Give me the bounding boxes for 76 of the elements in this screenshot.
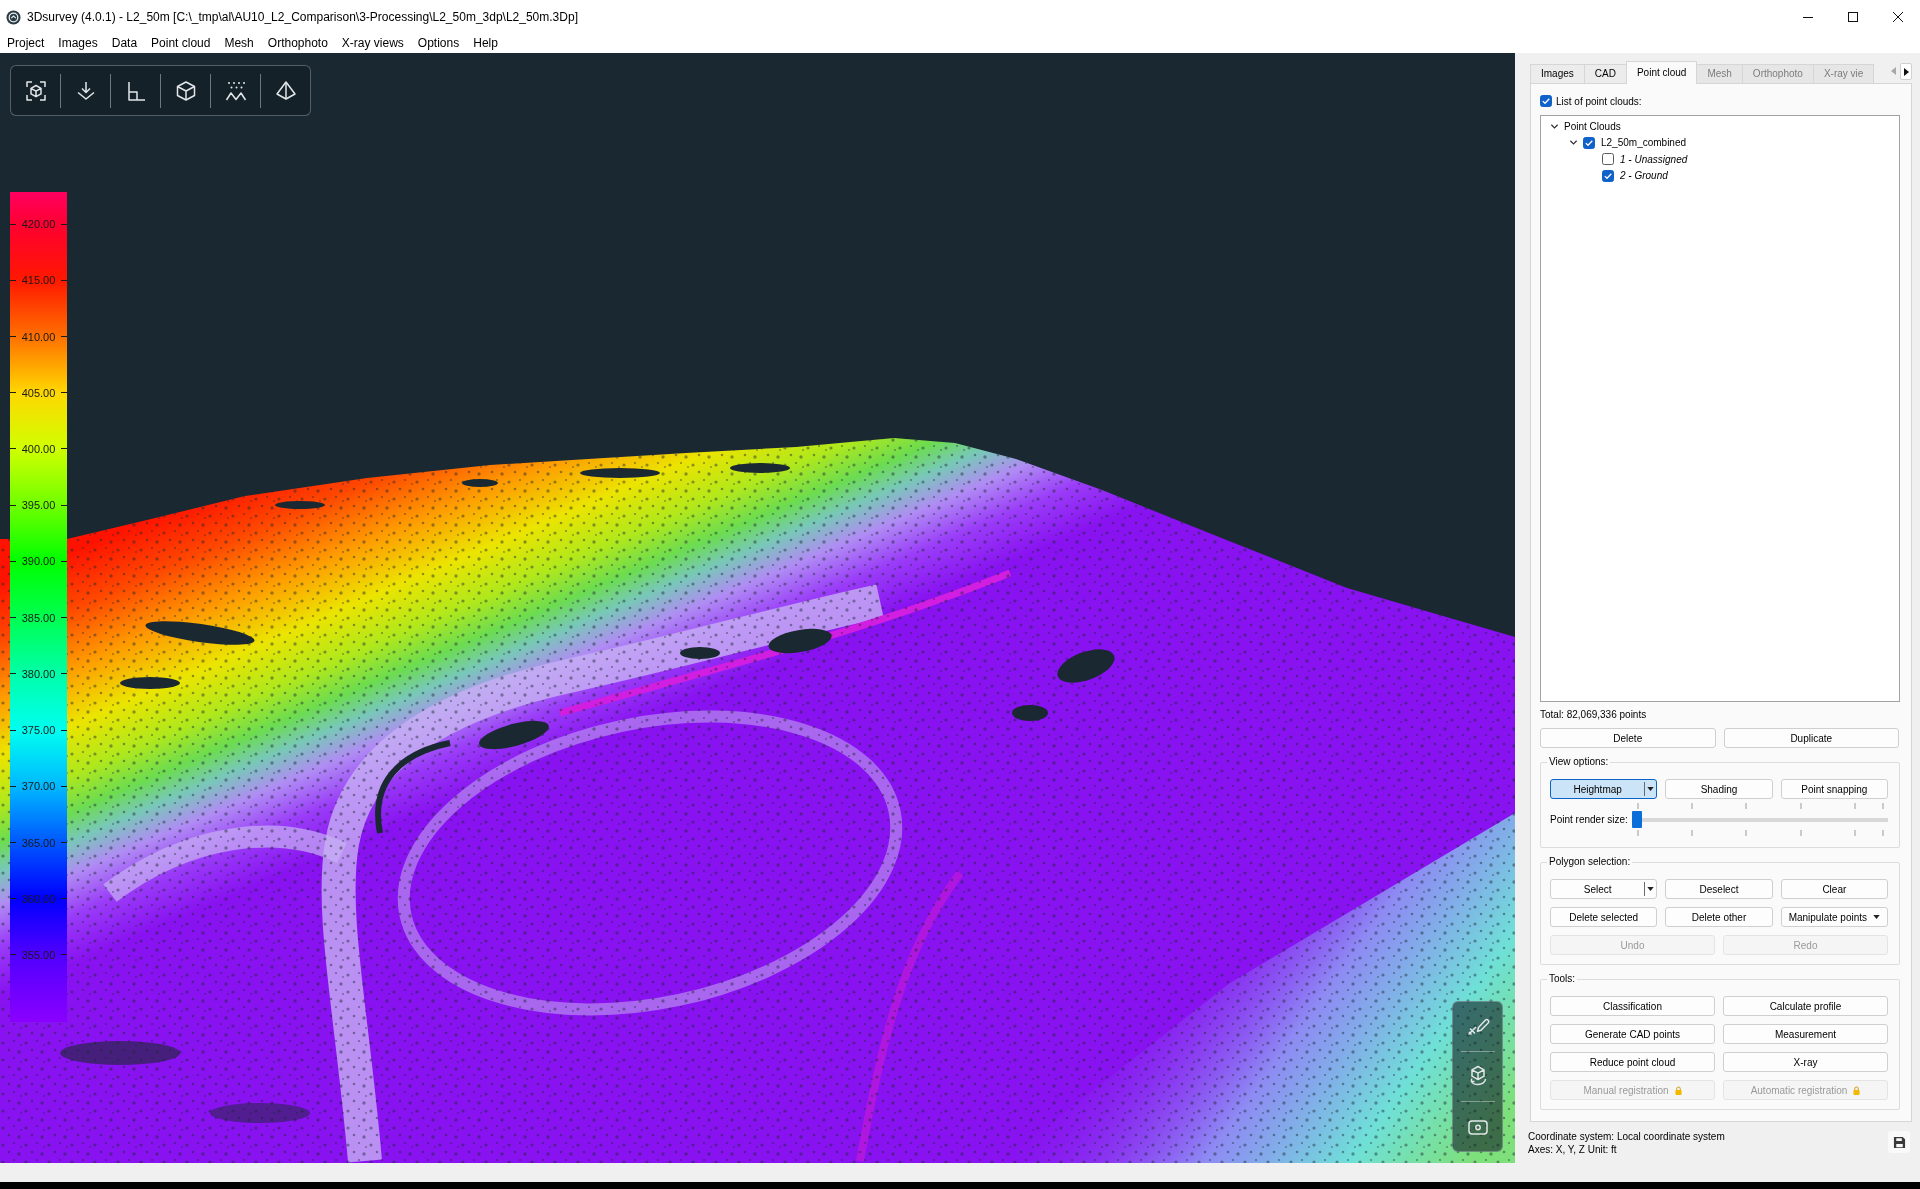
- legend-tick-label: 415.00: [21, 274, 56, 287]
- legend-tick-label: 420.00: [21, 218, 56, 231]
- triangle-right-icon: [1903, 67, 1909, 76]
- menu-item[interactable]: Orthophoto: [260, 34, 335, 53]
- legend-tick-label: 365.00: [21, 836, 56, 849]
- menu-item[interactable]: Mesh: [217, 34, 261, 53]
- push-button[interactable]: Point snapping: [1780, 779, 1888, 799]
- push-button[interactable]: Duplicate: [1723, 728, 1899, 748]
- legend-tick-label: 380.00: [21, 667, 56, 680]
- legend-tick-label: 355.00: [21, 948, 56, 961]
- split-button[interactable]: Heightmap: [1550, 779, 1658, 799]
- push-button[interactable]: Delete selected: [1550, 907, 1658, 927]
- group-title: View options:: [1548, 755, 1610, 769]
- tab[interactable]: Point cloud: [1625, 61, 1698, 84]
- tab[interactable]: CAD: [1583, 64, 1627, 83]
- menu-item[interactable]: Data: [104, 34, 145, 53]
- legend-tick-label: 390.00: [21, 555, 56, 568]
- coordinate-system-text: Coordinate system: Local coordinate system: [1528, 1130, 1725, 1143]
- group-title: Polygon selection:: [1548, 855, 1632, 869]
- checkbox[interactable]: [1583, 136, 1595, 149]
- lock-icon: [1853, 1085, 1861, 1095]
- caret-down-icon: [1647, 787, 1655, 791]
- caret-down-icon: [1873, 915, 1880, 919]
- close-icon[interactable]: [1892, 12, 1903, 22]
- point-count-text: Total: 82,069,336 points: [1540, 708, 1648, 721]
- chevron-down-icon[interactable]: [1568, 138, 1578, 148]
- cube-focus-icon[interactable]: [23, 78, 48, 103]
- legend-tick-label: 395.00: [21, 499, 56, 512]
- legend-tick-label: 360.00: [21, 892, 56, 905]
- menu-item[interactable]: Point cloud: [144, 34, 218, 53]
- pyramid-icon[interactable]: [273, 78, 298, 103]
- split-button[interactable]: Select: [1550, 879, 1658, 899]
- legend-tick-label: 410.00: [21, 330, 56, 343]
- push-button[interactable]: Delete: [1540, 728, 1716, 748]
- push-button[interactable]: Classification: [1550, 996, 1715, 1016]
- menu-item[interactable]: Project: [0, 34, 52, 53]
- legend-tick-label: 375.00: [21, 724, 56, 737]
- legend-tick-label: 385.00: [21, 611, 56, 624]
- slider-label: Point render size:: [1550, 814, 1628, 825]
- slider-thumb[interactable]: [1632, 811, 1642, 828]
- tree-item[interactable]: 2 - Ground: [1620, 170, 1668, 182]
- push-button[interactable]: Delete other: [1665, 907, 1773, 927]
- menu-item[interactable]: Images: [51, 34, 105, 53]
- window-title: 3Dsurvey (4.0.1) - L2_50m [C:\_tmp\al\AU10_L2_Comparison\3-Processing\L2_50m_3dp\L2_50m.3Dp]: [27, 10, 578, 24]
- app-logo-icon: [6, 9, 21, 25]
- push-button[interactable]: Deselect: [1665, 879, 1773, 899]
- lock-icon: [1674, 1085, 1682, 1095]
- legend-tick-label: 405.00: [21, 386, 56, 399]
- checkbox[interactable]: [1602, 169, 1614, 182]
- menu-item[interactable]: Options: [410, 34, 467, 53]
- push-button[interactable]: Reduce point cloud: [1550, 1052, 1715, 1072]
- axes-unit-text: Axes: X, Y, Z Unit: ft: [1528, 1143, 1618, 1156]
- checkbox[interactable]: [1540, 95, 1552, 107]
- menu-item[interactable]: Help: [466, 34, 505, 53]
- checkbox-label: List of point clouds:: [1556, 95, 1642, 107]
- tree-item[interactable]: L2_50m_combined: [1601, 137, 1687, 149]
- maximize-icon[interactable]: [1847, 12, 1858, 22]
- push-button[interactable]: Generate CAD points: [1550, 1024, 1715, 1044]
- menu-button[interactable]: Manipulate points: [1780, 907, 1888, 927]
- tree-item[interactable]: 1 - Unassigned: [1620, 153, 1688, 165]
- tab[interactable]: Images: [1530, 64, 1585, 83]
- save-button[interactable]: [1888, 1131, 1910, 1153]
- push-button[interactable]: X-ray: [1723, 1052, 1888, 1072]
- push-button[interactable]: Shading: [1665, 779, 1773, 799]
- tree-item[interactable]: Point Clouds: [1564, 120, 1621, 132]
- menu-item[interactable]: X-ray views: [334, 34, 411, 53]
- push-button[interactable]: Clear: [1780, 879, 1888, 899]
- checkbox[interactable]: [1602, 153, 1614, 166]
- legend-tick-label: 370.00: [21, 780, 56, 793]
- push-button[interactable]: Measurement: [1723, 1024, 1888, 1044]
- caret-down-icon: [1647, 887, 1655, 891]
- save-icon: [1892, 1135, 1906, 1149]
- push-button[interactable]: Calculate profile: [1723, 996, 1888, 1016]
- group-title: Tools:: [1548, 972, 1577, 986]
- tab-scroll-button[interactable]: [1900, 63, 1912, 80]
- legend-tick-label: 400.00: [21, 443, 56, 455]
